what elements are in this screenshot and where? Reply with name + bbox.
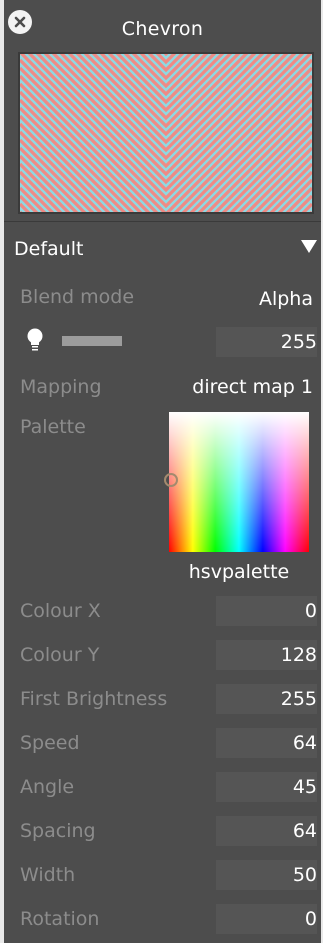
blend-mode-label: Blend mode [20,286,135,308]
mapping-value[interactable]: direct map 1 [192,376,313,398]
palette-cursor[interactable] [164,473,178,487]
blend-mode-value[interactable]: Alpha [259,288,313,310]
first-brightness-label: First Brightness [20,688,168,710]
colour-x-label: Colour X [20,600,101,622]
brightness-slider[interactable] [62,336,122,346]
palette-name: hsvpalette [188,561,290,583]
first-brightness-value[interactable]: 255 [216,684,317,714]
preset-label: Default [14,238,84,260]
colour-x-value[interactable]: 0 [216,596,317,626]
speed-label: Speed [20,732,80,754]
divider [4,221,321,222]
rotation-value[interactable]: 0 [216,904,317,934]
brightness-value[interactable]: 255 [216,327,317,357]
colour-y-label: Colour Y [20,644,100,666]
palette-picker[interactable] [169,412,309,552]
preset-dropdown[interactable]: Default [4,226,321,270]
colour-y-value[interactable]: 128 [216,640,317,670]
mapping-label: Mapping [20,376,102,398]
chevron-pattern [20,54,312,212]
rotation-label: Rotation [20,908,100,930]
speed-value[interactable]: 64 [216,728,317,758]
lightbulb-icon [26,327,44,357]
width-value[interactable]: 50 [216,860,317,890]
title-bar: Chevron [4,0,321,56]
angle-value[interactable]: 45 [216,772,317,802]
window-title: Chevron [121,18,204,40]
triangle-down-icon [301,240,317,253]
palette-label: Palette [20,416,86,438]
spacing-value[interactable]: 64 [216,816,317,846]
width-label: Width [20,864,76,886]
effect-panel: Chevron Default Blend mode Alpha 255 Map… [4,0,321,943]
angle-label: Angle [20,776,75,798]
pattern-preview [18,52,314,214]
spacing-label: Spacing [20,820,96,842]
